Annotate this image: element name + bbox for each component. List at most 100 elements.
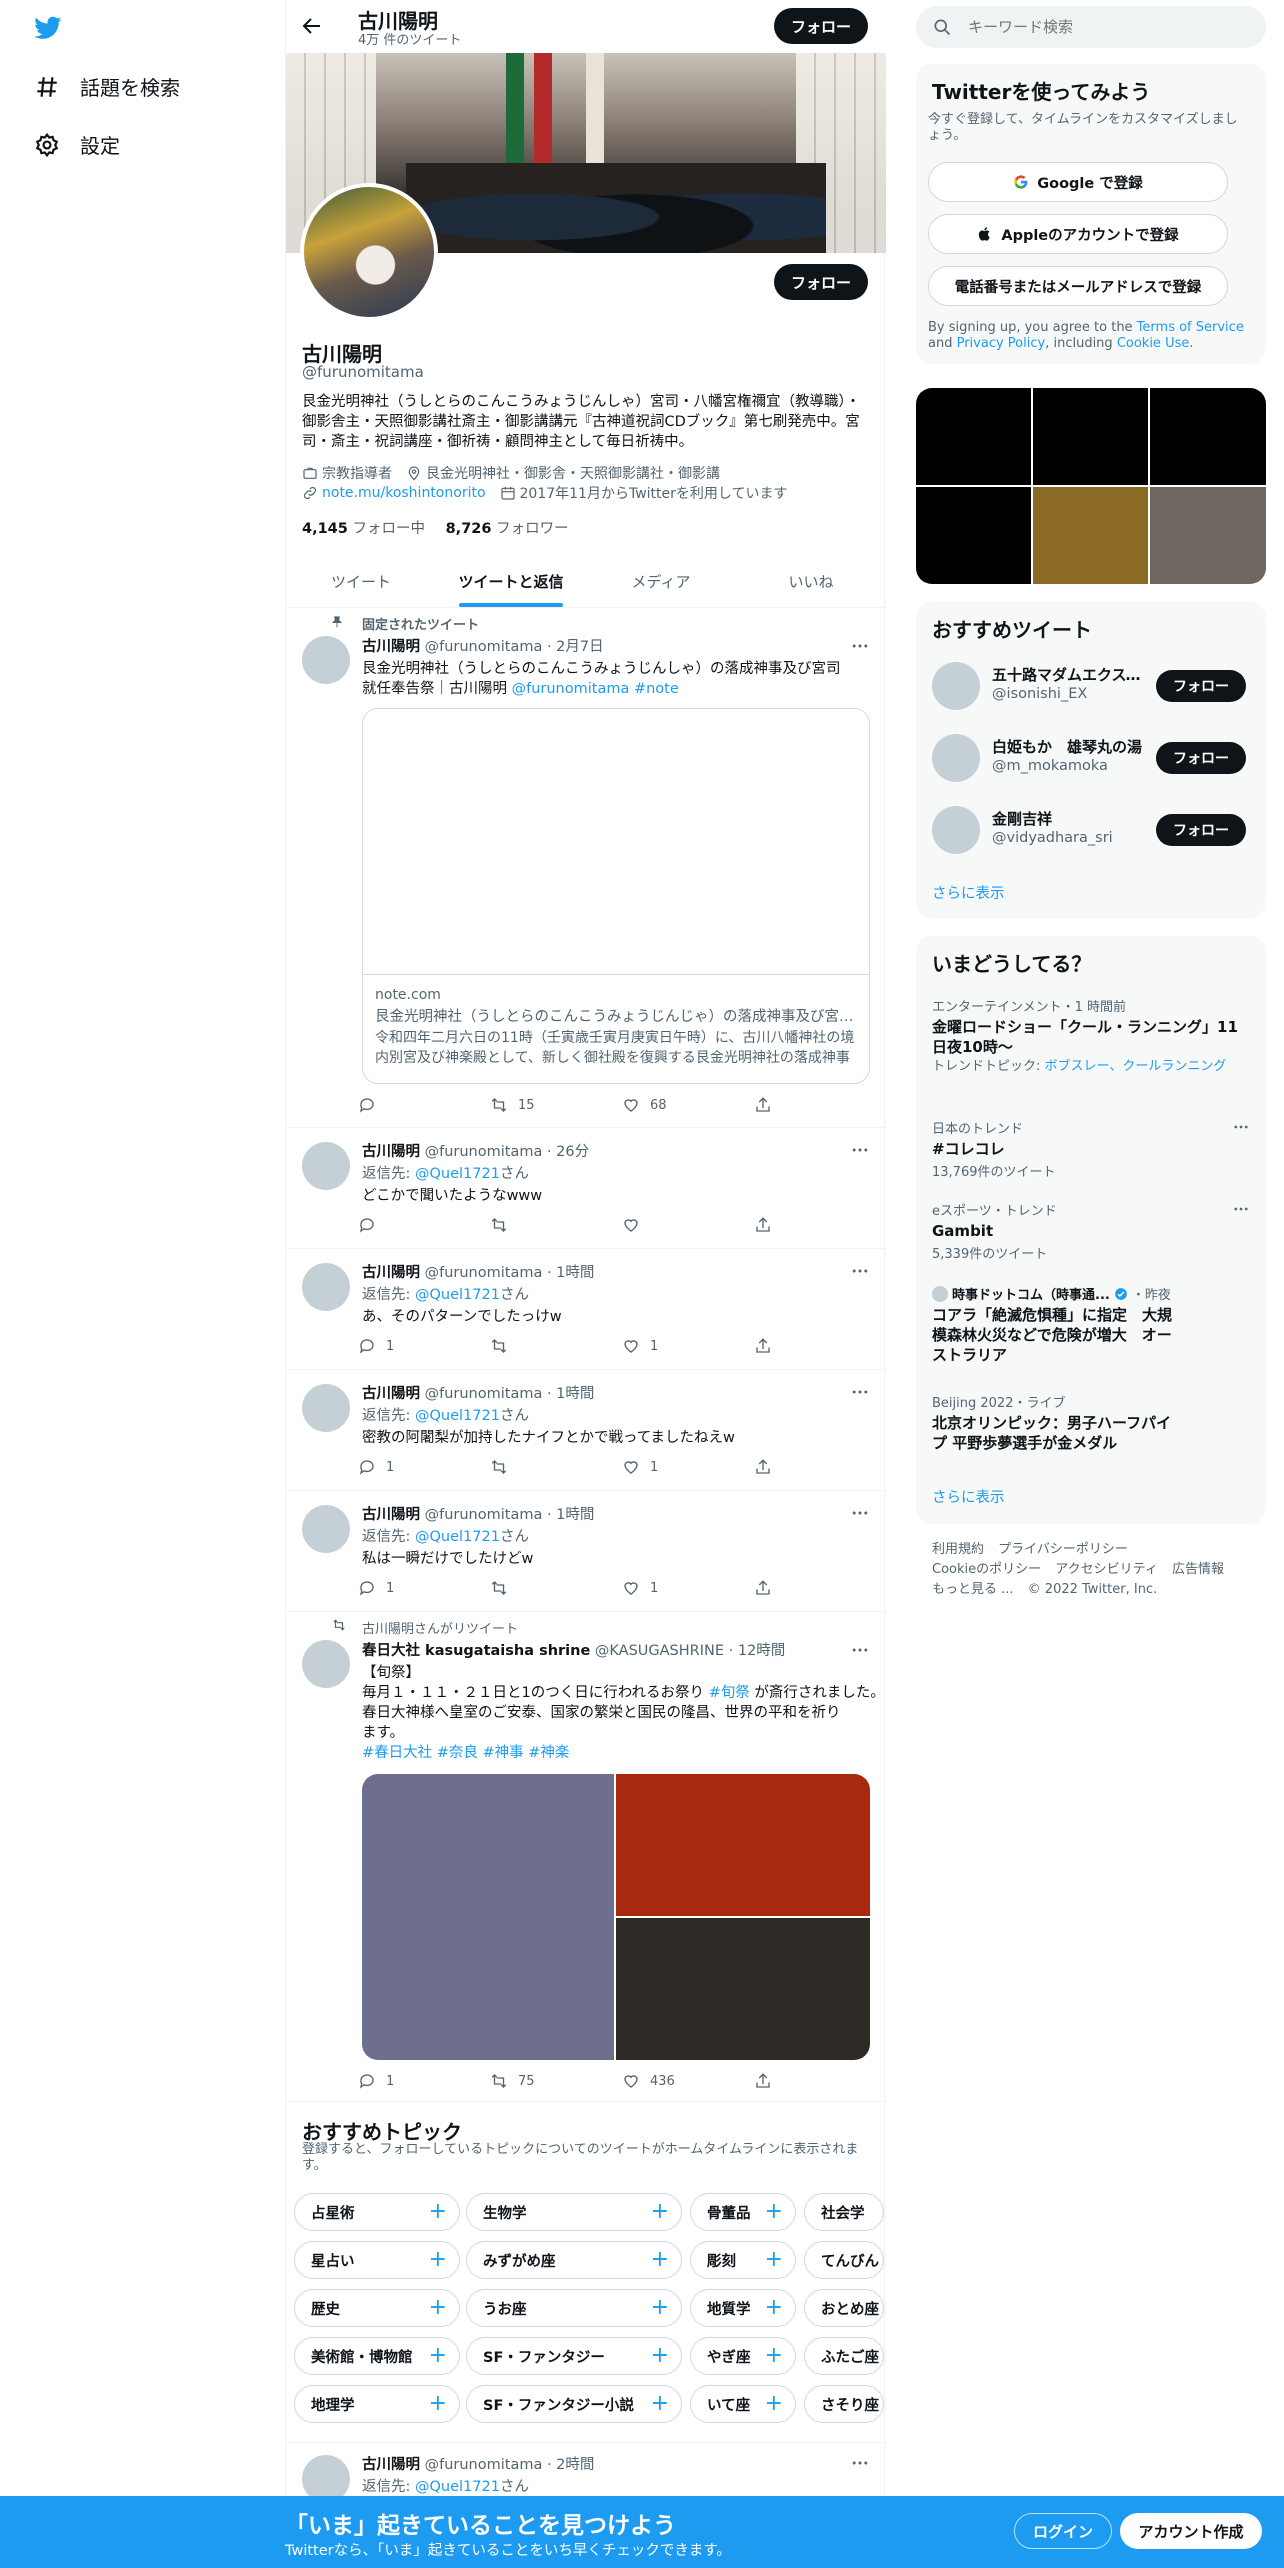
plus-icon[interactable]: + xyxy=(651,2201,669,2223)
tweet-author-name[interactable]: 古川陽明 xyxy=(362,1144,420,1160)
recommended-user[interactable]: 五十路マダムエクスペリエンス @isonishi_EX フォロー xyxy=(932,658,1262,714)
search-bar[interactable] xyxy=(916,6,1266,48)
retweet-button[interactable]: 75 xyxy=(490,2072,535,2090)
topic-chip[interactable]: 星占い + xyxy=(294,2241,460,2279)
more-options-icon[interactable] xyxy=(850,1140,870,1160)
share-button[interactable] xyxy=(754,1579,782,1597)
like-button[interactable]: 1 xyxy=(622,1337,658,1355)
media-gallery[interactable] xyxy=(916,388,1266,584)
tweet-author-name[interactable]: 古川陽明 xyxy=(362,1265,420,1281)
like-button[interactable] xyxy=(622,1216,650,1234)
gallery-photo[interactable] xyxy=(916,388,1031,485)
tweet-handle-time[interactable]: @KASUGASHRINE · 12時間 xyxy=(595,1643,785,1659)
tweet-author-name[interactable]: 古川陽明 xyxy=(362,639,420,655)
retweet-button[interactable] xyxy=(490,1458,518,1476)
reply-to-link[interactable]: @Quel1721 xyxy=(415,1529,500,1545)
topic-chip[interactable]: てんびん xyxy=(804,2241,884,2279)
profile-follow-button[interactable]: フォロー xyxy=(774,264,868,300)
more-options-icon[interactable] xyxy=(850,1503,870,1523)
tweet[interactable]: 古川陽明 @furunomitama · 1時間 返信先: @Quel1721さ… xyxy=(286,1370,886,1491)
like-button[interactable]: 68 xyxy=(622,1096,667,1114)
tweet[interactable]: 古川陽明 @furunomitama · 1時間 返信先: @Quel1721さ… xyxy=(286,1491,886,1612)
reply-to-link[interactable]: @Quel1721 xyxy=(415,1287,500,1303)
pinned-tweet[interactable]: 固定されたツイート 古川陽明 @furunomitama · 2月7日 艮金光明… xyxy=(286,608,886,1128)
plus-icon[interactable]: + xyxy=(651,2297,669,2319)
follow-button[interactable]: フォロー xyxy=(1156,670,1246,702)
trend-item[interactable]: 日本のトレンド #コレコレ 13,769件のツイート xyxy=(932,1118,1250,1180)
plus-icon[interactable]: + xyxy=(765,2297,783,2319)
retweet-button[interactable]: 15 xyxy=(490,1096,535,1114)
reply-button[interactable]: 1 xyxy=(358,2072,394,2090)
reply-button[interactable]: 1 xyxy=(358,1337,394,1355)
topic-chip[interactable]: 彫刻 + xyxy=(690,2241,796,2279)
reply-button[interactable]: 1 xyxy=(358,1579,394,1597)
topic-chip[interactable]: 美術館・博物館 + xyxy=(294,2337,460,2375)
footer-more[interactable]: もっと見る ... xyxy=(932,1582,1014,1597)
topic-chip[interactable]: 歴史 + xyxy=(294,2289,460,2327)
like-button[interactable]: 436 xyxy=(622,2072,675,2090)
plus-icon[interactable]: + xyxy=(765,2249,783,2271)
more-options-icon[interactable] xyxy=(1232,1118,1250,1136)
apple-signup-button[interactable]: Appleのアカウントで登録 xyxy=(928,214,1228,254)
follow-button[interactable]: フォロー xyxy=(1156,814,1246,846)
topic-chip[interactable]: おとめ座 xyxy=(804,2289,884,2327)
search-input[interactable] xyxy=(968,18,1238,36)
retweet-button[interactable] xyxy=(490,1579,518,1597)
topic-chip[interactable]: さそり座 xyxy=(804,2385,884,2423)
retweet-button[interactable] xyxy=(490,1216,518,1234)
topic-chip[interactable]: いて座 + xyxy=(690,2385,796,2423)
cookie-link[interactable]: Cookie Use xyxy=(1117,336,1190,351)
recommended-user[interactable]: 白姫もか 雄琴丸の湯 @m_mokamoka フォロー xyxy=(932,730,1262,786)
tweet-author-name[interactable]: 古川陽明 xyxy=(362,1507,420,1523)
share-button[interactable] xyxy=(754,2072,782,2090)
trend-item[interactable]: エンターテインメント・1 時間前 金曜ロードショー「クール・ランニング」11日夜… xyxy=(932,996,1250,1075)
trend-topic-link[interactable]: ボブスレー、クールランニング xyxy=(1045,1059,1227,1074)
more-options-icon[interactable] xyxy=(850,2453,870,2473)
avatar[interactable] xyxy=(302,1263,350,1311)
avatar[interactable] xyxy=(932,662,980,710)
plus-icon[interactable]: + xyxy=(429,2345,447,2367)
tweet-author-name[interactable]: 古川陽明 xyxy=(362,1386,420,1402)
hashtag-link[interactable]: #note xyxy=(629,681,679,697)
trend-item[interactable]: eスポーツ・トレンド Gambit 5,339件のツイート xyxy=(932,1200,1250,1262)
topic-chip[interactable]: 地理学 + xyxy=(294,2385,460,2423)
share-button[interactable] xyxy=(754,1458,782,1476)
google-signup-button[interactable]: Google で登録 xyxy=(928,162,1228,202)
plus-icon[interactable]: + xyxy=(651,2249,669,2271)
plus-icon[interactable]: + xyxy=(765,2393,783,2415)
gallery-photo[interactable] xyxy=(1033,487,1148,584)
phone-email-signup-button[interactable]: 電話番号またはメールアドレスで登録 xyxy=(928,266,1228,306)
share-button[interactable] xyxy=(754,1216,782,1234)
footer-accessibility[interactable]: アクセシビリティ xyxy=(1055,1562,1158,1577)
topic-chip[interactable]: 社会学 xyxy=(804,2193,884,2231)
following-link[interactable]: 4,145 フォロー中 xyxy=(302,521,425,537)
tweet-handle-time[interactable]: @furunomitama · 1時間 xyxy=(425,1386,595,1402)
trend-item[interactable]: Beijing 2022・ライブ 北京オリンピック：男子ハーフパイプ 平野歩夢選… xyxy=(932,1392,1250,1453)
tab-media[interactable]: メディア xyxy=(586,555,736,607)
avatar[interactable] xyxy=(932,806,980,854)
topic-chip[interactable]: うお座 + xyxy=(466,2289,682,2327)
footer-privacy[interactable]: プライバシーポリシー xyxy=(998,1542,1128,1557)
share-button[interactable] xyxy=(754,1096,782,1114)
topic-chip[interactable]: 生物学 + xyxy=(466,2193,682,2231)
tab-tweets-replies[interactable]: ツイートと返信 xyxy=(436,555,586,607)
avatar[interactable] xyxy=(302,1384,350,1432)
recommended-show-more[interactable]: さらに表示 xyxy=(932,882,1005,903)
link-card[interactable]: note.com 艮金光明神社（うしとらのこんこうみょうじんじゃ）の落成神事及び… xyxy=(362,708,870,1084)
tweet[interactable]: 古川陽明 @furunomitama · 2時間 返信先: @Quel1721さ… xyxy=(286,2442,886,2503)
plus-icon[interactable]: + xyxy=(765,2345,783,2367)
topic-chip[interactable]: みずがめ座 + xyxy=(466,2241,682,2279)
more-options-icon[interactable] xyxy=(850,636,870,656)
reply-to-link[interactable]: @Quel1721 xyxy=(415,2479,500,2495)
more-options-icon[interactable] xyxy=(850,1382,870,1402)
topic-chip[interactable]: SF・ファンタジー + xyxy=(466,2337,682,2375)
topic-chip[interactable]: 骨董品 + xyxy=(690,2193,796,2231)
mention-link[interactable]: @furunomitama xyxy=(512,681,630,697)
plus-icon[interactable]: + xyxy=(429,2249,447,2271)
like-button[interactable]: 1 xyxy=(622,1579,658,1597)
nav-explore[interactable]: 話題を検索 xyxy=(34,72,180,101)
trends-show-more[interactable]: さらに表示 xyxy=(932,1486,1005,1507)
tab-likes[interactable]: いいね xyxy=(736,555,886,607)
avatar[interactable] xyxy=(302,1640,350,1688)
media-image[interactable] xyxy=(362,1774,614,2060)
